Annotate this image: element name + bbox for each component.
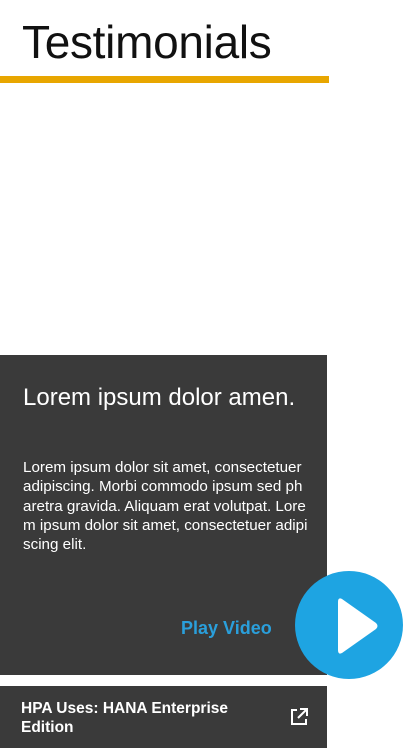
play-video-button[interactable] [295,571,403,679]
hana-link[interactable]: HPA Uses: HANA Enterprise Edition [0,686,327,748]
play-video-link[interactable]: Play Video [181,617,272,639]
title-underline [0,76,329,83]
play-icon [338,598,378,654]
testimonial-card: Lorem ipsum dolor amen. Lorem ipsum dolo… [0,355,327,675]
hana-link-label: HPA Uses: HANA Enterprise Edition [21,700,229,736]
testimonial-heading: Lorem ipsum dolor amen. [23,384,296,411]
external-link-icon [291,708,308,725]
page-title: Testimonials [22,16,272,68]
testimonial-body: Lorem ipsum dolor sit amet, consectetuer… [23,459,308,554]
